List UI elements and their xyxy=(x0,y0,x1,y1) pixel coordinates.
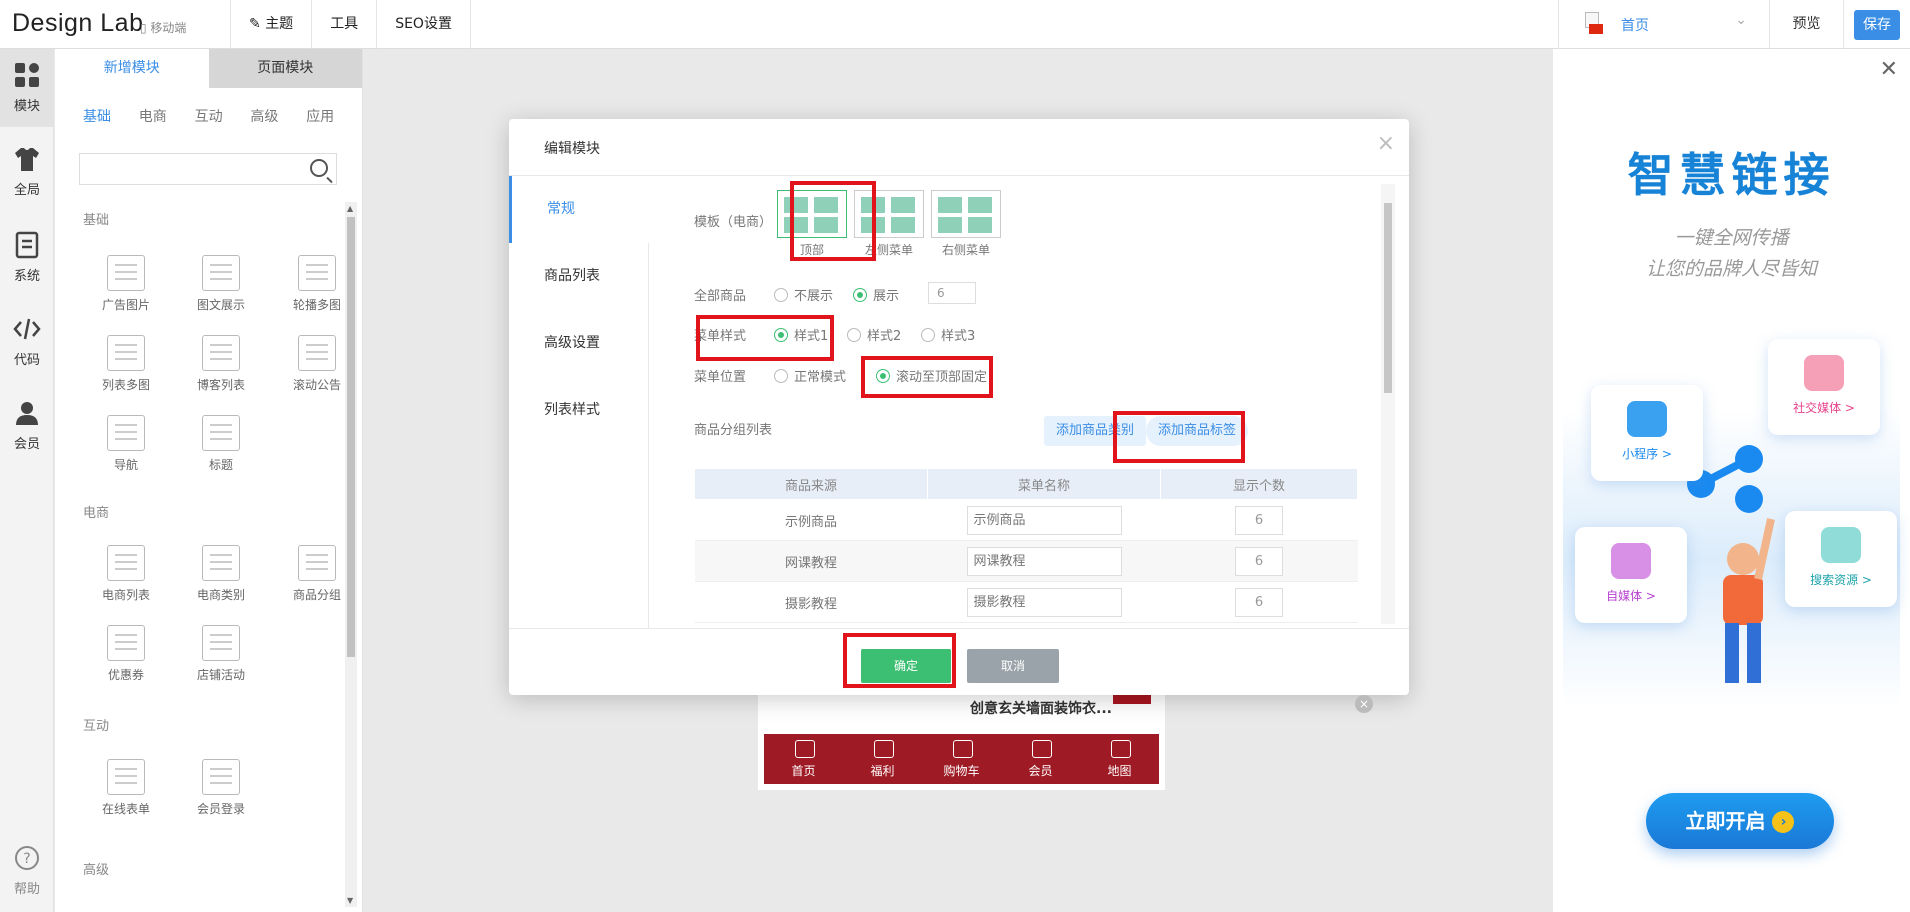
flag-cn-icon xyxy=(1589,24,1603,34)
template-right-icon xyxy=(931,190,1001,238)
tab-list-style[interactable]: 列表样式 xyxy=(509,377,649,628)
row-source: 示例商品 xyxy=(694,499,928,541)
highlight-add-category xyxy=(1113,411,1245,463)
table-row: 摄影教程 摄影教程 6 xyxy=(694,581,1358,623)
nav-tools[interactable]: 工具 xyxy=(311,0,376,49)
nav-seo[interactable]: SEO设置 xyxy=(376,0,471,49)
dialog-title: 编辑模块 xyxy=(544,141,600,157)
cancel-button[interactable]: 取消 xyxy=(967,649,1059,683)
mobile-toggle[interactable]: ▯ 移动端 xyxy=(140,19,186,36)
dialog-footer: 确定 取消 xyxy=(509,628,1409,695)
radio-label: 样式3 xyxy=(941,329,976,344)
highlight-menu-style xyxy=(696,315,834,361)
modal-overlay: 编辑模块 × 常规 商品列表 高级设置 列表样式 模板（电商） 顶部 左侧菜单 … xyxy=(0,0,1910,912)
scroll-thumb[interactable] xyxy=(1384,203,1392,393)
table-row: 网课教程 网课教程 6 xyxy=(694,540,1358,582)
tab-product-list[interactable]: 商品列表 xyxy=(509,243,649,310)
highlight-sticky-top xyxy=(861,356,993,398)
chevron-down-icon: ⌄ xyxy=(1735,12,1747,28)
menu-name-input[interactable]: 摄影教程 xyxy=(966,587,1122,617)
menu-name-input[interactable]: 示例商品 xyxy=(966,505,1122,535)
tab-general[interactable]: 常规 xyxy=(509,176,649,243)
radio-style3[interactable]: 样式3 xyxy=(921,325,975,344)
nav-theme[interactable]: ✎ 主题 xyxy=(230,0,311,49)
radio-label: 不展示 xyxy=(794,289,834,304)
brand-logo: Design Lab xyxy=(12,9,144,37)
radio-normal[interactable]: 正常模式 xyxy=(774,366,846,385)
radio-label: 展示 xyxy=(873,289,900,304)
group-table: 商品来源 菜单名称 显示个数 示例商品 示例商品 6 网课教程 网课教程 6 摄… xyxy=(694,468,1358,623)
menu-position-label: 菜单位置 xyxy=(694,370,747,385)
radio-label: 样式2 xyxy=(867,329,902,344)
close-icon[interactable]: × xyxy=(1377,131,1395,156)
radio-show[interactable]: 展示 xyxy=(853,285,899,304)
count-input[interactable]: 6 xyxy=(1235,505,1283,535)
highlight-template-top xyxy=(790,181,876,261)
dialog-side-tabs: 常规 商品列表 高级设置 列表样式 xyxy=(509,176,649,628)
top-bar: Design Lab ▯ 移动端 ✎ 主题 工具 SEO设置 首页 ⌄ 预览 保… xyxy=(0,0,1910,49)
menu-name-input[interactable]: 网课教程 xyxy=(966,546,1122,576)
radio-label: 正常模式 xyxy=(794,370,847,385)
template-label-text: 右侧菜单 xyxy=(941,243,990,257)
delete-row-icon[interactable]: × xyxy=(1355,695,1373,713)
dialog-body: 模板（电商） 顶部 左侧菜单 右侧菜单 全部商品 不展示 展示 6 菜单样式 样… xyxy=(649,176,1409,713)
template-label: 模板（电商） xyxy=(694,215,773,230)
radio-hide[interactable]: 不展示 xyxy=(774,285,833,304)
save-button[interactable]: 保存 xyxy=(1854,9,1900,40)
col-source: 商品来源 xyxy=(694,468,928,500)
row-source: 网课教程 xyxy=(694,540,928,582)
group-list-label: 商品分组列表 xyxy=(694,423,773,438)
col-menu-name: 菜单名称 xyxy=(927,468,1161,500)
radio-style2[interactable]: 样式2 xyxy=(847,325,901,344)
row-source: 摄影教程 xyxy=(694,581,928,623)
table-row: 示例商品 示例商品 6 xyxy=(694,499,1358,541)
mobile-label: 移动端 xyxy=(150,21,187,35)
radio-circle xyxy=(847,328,861,342)
top-nav: ✎ 主题 工具 SEO设置 xyxy=(230,0,471,49)
dialog-scrollbar[interactable] xyxy=(1381,184,1395,624)
col-count: 显示个数 xyxy=(1160,468,1358,500)
radio-circle xyxy=(774,369,788,383)
radio-circle xyxy=(774,288,788,302)
count-input[interactable]: 6 xyxy=(1235,546,1283,576)
all-products-label: 全部商品 xyxy=(694,289,747,304)
template-right-menu[interactable]: 右侧菜单 xyxy=(931,190,1001,258)
edit-module-dialog: 编辑模块 × 常规 商品列表 高级设置 列表样式 模板（电商） 顶部 左侧菜单 … xyxy=(509,119,1409,713)
page-select-label: 首页 xyxy=(1621,18,1649,34)
preview-button[interactable]: 预览 xyxy=(1770,0,1844,49)
nav-theme-label: 主题 xyxy=(265,16,294,32)
radio-circle xyxy=(853,288,867,302)
count-input[interactable]: 6 xyxy=(1235,587,1283,617)
tab-advanced-settings[interactable]: 高级设置 xyxy=(509,310,649,377)
highlight-confirm xyxy=(843,633,956,688)
page-select[interactable]: 首页 ⌄ xyxy=(1558,0,1770,49)
radio-circle xyxy=(921,328,935,342)
all-products-count-input[interactable]: 6 xyxy=(928,282,976,304)
